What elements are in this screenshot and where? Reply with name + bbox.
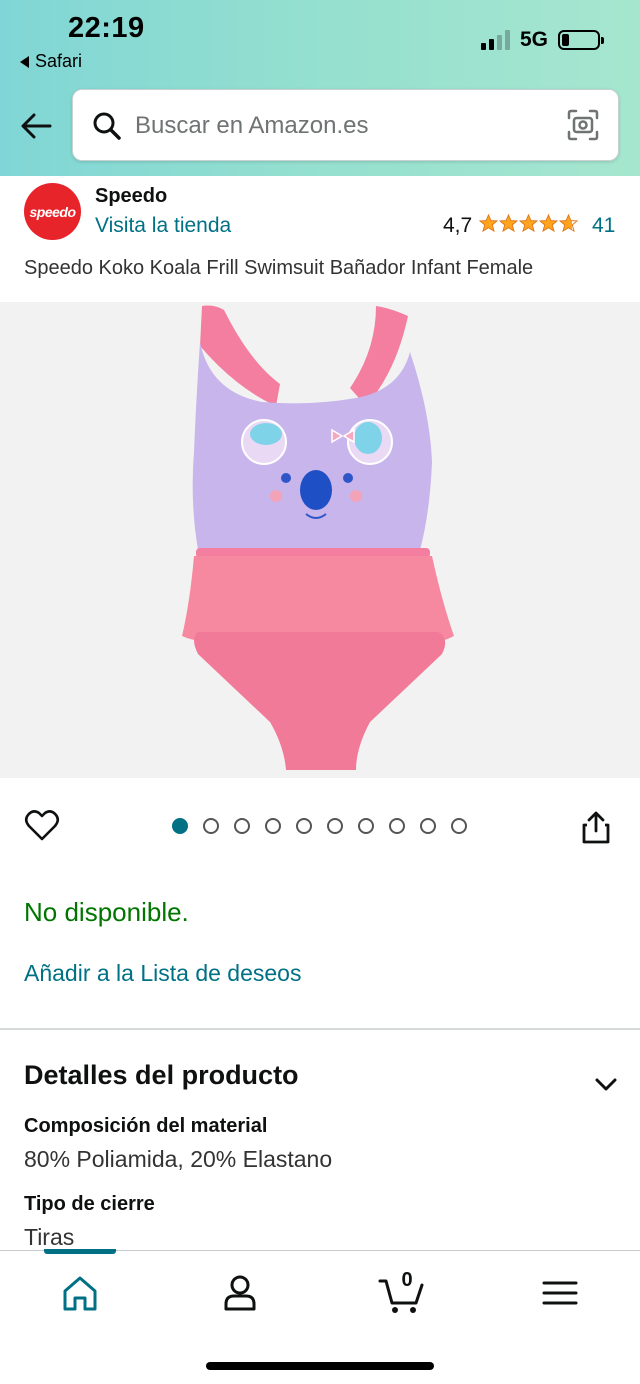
product-details-heading[interactable]: Detalles del producto (24, 1060, 299, 1091)
signal-icon (480, 30, 510, 50)
star-icon (539, 214, 558, 233)
brand-name: Speedo (95, 185, 168, 207)
status-time: 22:19 (68, 12, 145, 44)
add-to-wishlist-link[interactable]: Añadir a la Lista de deseos (24, 960, 301, 987)
chevron-down-icon[interactable] (594, 1077, 618, 1093)
back-arrow-icon[interactable] (18, 108, 54, 144)
pagination-dot[interactable] (265, 818, 281, 834)
share-icon[interactable] (580, 809, 612, 845)
star-icon (559, 214, 578, 233)
search-bar[interactable] (72, 89, 619, 161)
search-input[interactable] (135, 106, 535, 146)
pagination-dot[interactable] (172, 818, 188, 834)
bottom-navigation: 0 (0, 1249, 640, 1384)
rating-stars[interactable] (479, 214, 578, 233)
brand-logo-text: speedo (29, 203, 76, 220)
star-icon (499, 214, 518, 233)
detail-value-material: 80% Poliamida, 20% Elastano (24, 1146, 333, 1172)
pagination-dot[interactable] (389, 818, 405, 834)
section-divider (0, 1028, 640, 1030)
detail-label-closure: Tipo de cierre (24, 1193, 155, 1215)
availability-status: No disponible. (24, 897, 189, 927)
status-indicators: 5G (480, 28, 604, 52)
detail-value-closure: Tiras (24, 1224, 75, 1250)
back-app-label: Safari (35, 51, 83, 71)
back-to-app-button[interactable]: Safari (20, 51, 82, 72)
account-icon[interactable] (218, 1271, 262, 1315)
camera-search-icon[interactable] (566, 108, 600, 142)
cart-button[interactable]: 0 (378, 1269, 426, 1315)
product-title: Speedo Koko Koala Frill Swimsuit Bañador… (24, 257, 534, 279)
pagination-dot[interactable] (358, 818, 374, 834)
product-image-carousel[interactable] (0, 302, 640, 778)
pagination-dot[interactable] (327, 818, 343, 834)
menu-icon[interactable] (538, 1271, 582, 1315)
star-icon (519, 214, 538, 233)
back-triangle-icon (20, 55, 29, 68)
cart-count: 0 (401, 1269, 413, 1291)
home-indicator-bar (206, 1362, 434, 1370)
image-pagination-dots[interactable] (172, 818, 467, 834)
network-type: 5G (519, 28, 548, 51)
pagination-dot[interactable] (203, 818, 219, 834)
pagination-dot[interactable] (451, 818, 467, 834)
home-icon[interactable] (58, 1271, 102, 1315)
product-image (182, 305, 454, 770)
rating-value: 4,7 (443, 214, 473, 237)
active-tab-indicator (44, 1249, 116, 1254)
search-icon (93, 112, 121, 140)
pagination-dot[interactable] (420, 818, 436, 834)
visit-store-link[interactable]: Visita la tienda (95, 214, 231, 238)
battery-icon (558, 30, 604, 50)
pagination-dot[interactable] (234, 818, 250, 834)
star-icon (479, 214, 498, 233)
brand-logo[interactable]: speedo (24, 183, 81, 240)
rating-count-link[interactable]: 41 (592, 214, 615, 238)
app-header: 22:19 Safari 5G (0, 0, 640, 176)
detail-label-material: Composición del material (24, 1115, 268, 1137)
pagination-dot[interactable] (296, 818, 312, 834)
favorite-heart-icon[interactable] (24, 808, 60, 844)
